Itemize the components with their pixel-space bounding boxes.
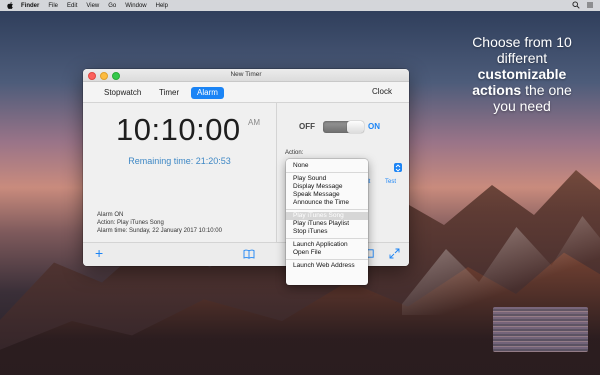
- promo-line-1: Choose from 10: [472, 34, 572, 50]
- list-menu-icon[interactable]: [586, 1, 594, 9]
- toggle-on-label: ON: [368, 122, 380, 131]
- alarm-display-pane: 10:10:00 AM Remaining time: 21:20:53 Ala…: [83, 103, 277, 242]
- promo-line-4-bold: actions: [472, 82, 522, 98]
- tab-timer[interactable]: Timer: [153, 87, 185, 99]
- zoom-button[interactable]: [112, 72, 120, 80]
- promo-line-5: you need: [493, 98, 551, 114]
- menu-option-launch-application[interactable]: Launch Application: [286, 241, 368, 249]
- test-action-link[interactable]: Test: [385, 179, 396, 185]
- menu-finder[interactable]: Finder: [21, 3, 39, 9]
- action-label: Action:: [285, 150, 304, 156]
- menu-option-stop-itunes[interactable]: Stop iTunes: [286, 228, 368, 236]
- action-select-arrows[interactable]: [394, 163, 402, 172]
- promo-line-2: different: [496, 50, 548, 66]
- remaining-time: Remaining time: 21:20:53: [128, 156, 231, 166]
- close-button[interactable]: [88, 72, 96, 80]
- menu-separator: [286, 259, 368, 260]
- menu-option-play-itunes-playlist[interactable]: Play iTunes Playlist: [286, 220, 368, 228]
- menu-separator: [286, 172, 368, 173]
- menu-separator: [286, 209, 368, 210]
- promo-caption: Choose from 10 different customizable ac…: [448, 34, 596, 114]
- menu-option-open-file[interactable]: Open File: [286, 249, 368, 257]
- toggle-knob[interactable]: [347, 121, 364, 133]
- window-title: New Timer: [230, 71, 262, 78]
- menu-option-display-message[interactable]: Display Message: [286, 183, 368, 191]
- menu-separator: [286, 238, 368, 239]
- alarm-toggle[interactable]: [323, 121, 364, 133]
- alarm-time-display[interactable]: 10:10:00: [116, 112, 241, 148]
- apple-icon[interactable]: [6, 2, 15, 9]
- ampm-indicator[interactable]: AM: [248, 118, 260, 127]
- search-icon[interactable]: [572, 1, 580, 9]
- book-icon[interactable]: [243, 249, 255, 259]
- title-bar[interactable]: New Timer: [83, 69, 409, 82]
- menu-option-announce-time[interactable]: Announce the Time: [286, 199, 368, 207]
- clock-button[interactable]: Clock: [372, 87, 392, 97]
- tab-alarm[interactable]: Alarm: [191, 87, 224, 99]
- menu-edit[interactable]: Edit: [67, 3, 77, 9]
- promo-line-4: actions the one: [448, 82, 596, 98]
- promo-line-4-rest: the one: [521, 82, 572, 98]
- mode-toolbar: Stopwatch Timer Alarm Clock: [83, 82, 409, 103]
- menu-go[interactable]: Go: [108, 3, 116, 9]
- menu-help[interactable]: Help: [156, 3, 168, 9]
- toggle-off-label: OFF: [299, 122, 315, 131]
- menu-bar: Finder File Edit View Go Window Help: [0, 0, 600, 11]
- promo-line-3: customizable: [477, 66, 567, 82]
- menubar-status-area: [572, 1, 594, 9]
- menu-window[interactable]: Window: [125, 3, 146, 9]
- menu-option-play-itunes-song[interactable]: Play iTunes Song: [286, 212, 368, 220]
- menu-option-speak-message[interactable]: Speak Message: [286, 191, 368, 199]
- add-icon[interactable]: +: [95, 245, 103, 261]
- alarm-time-summary: Alarm time: Sunday, 22 January 2017 10:1…: [97, 228, 222, 234]
- alarm-status: Alarm ON: [97, 212, 124, 218]
- alarm-action-summary: Action: Play iTunes Song: [97, 220, 164, 226]
- menu-view[interactable]: View: [86, 3, 99, 9]
- window-controls: [88, 72, 120, 80]
- action-dropdown-menu: None Play Sound Display Message Speak Me…: [286, 159, 368, 285]
- menu-file[interactable]: File: [48, 3, 58, 9]
- background-window-thumbnail: [493, 307, 588, 352]
- menu-option-none[interactable]: None: [286, 162, 368, 170]
- menu-option-play-sound[interactable]: Play Sound: [286, 175, 368, 183]
- menu-option-launch-web-address[interactable]: Launch Web Address: [286, 262, 368, 270]
- up-down-chevron-icon: [395, 163, 401, 172]
- expand-icon[interactable]: [389, 248, 400, 259]
- tab-stopwatch[interactable]: Stopwatch: [98, 87, 147, 99]
- alarm-info: Alarm ON Action: Play iTunes Song Alarm …: [97, 211, 222, 235]
- minimize-button[interactable]: [100, 72, 108, 80]
